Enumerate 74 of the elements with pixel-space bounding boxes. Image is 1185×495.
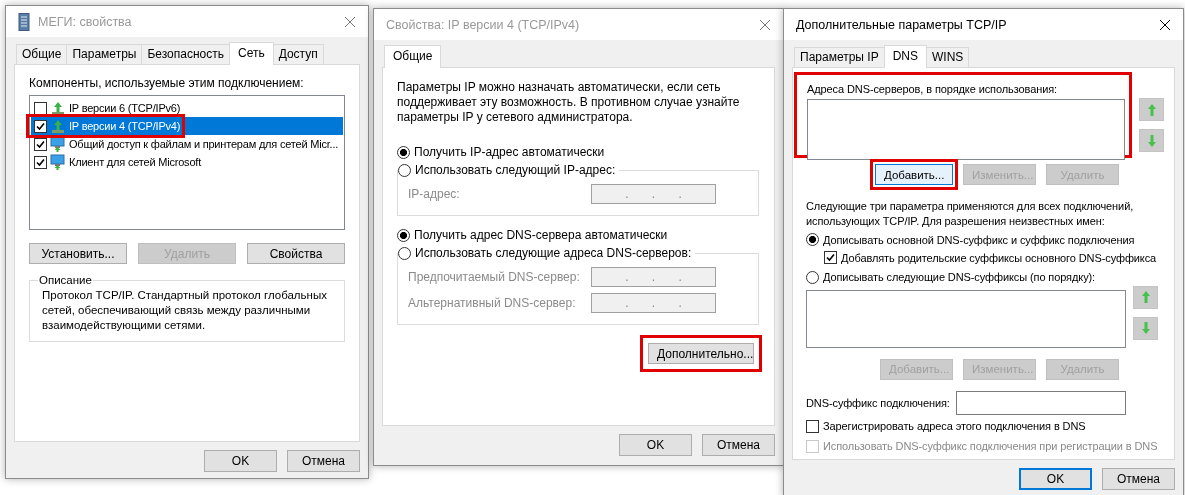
- button[interactable]: Добавить...: [875, 164, 953, 185]
- list-row[interactable]: Клиент для сетей Microsoft: [31, 153, 343, 171]
- monitor-icon: [50, 136, 66, 152]
- component-label: IP версии 6 (TCP/IPv6): [69, 102, 181, 114]
- network-protocol-icon: [50, 100, 66, 116]
- tab[interactable]: Сеть: [229, 42, 274, 65]
- dns-server-list[interactable]: [807, 99, 1125, 160]
- section-label: Компоненты, используемые этим подключением:: [29, 76, 305, 90]
- tab[interactable]: Параметры IP: [794, 47, 885, 67]
- component-label: Клиент для сетей Microsoft: [69, 156, 201, 168]
- intro-text: Параметры IP можно назначать автоматически, если сеть поддерживает эту возможность. В противном случае узнайте параметры IP у сетевого администратора.: [397, 80, 741, 125]
- checkbox-label: Зарегистрировать адреса этого подключения в DNS: [823, 420, 1086, 433]
- option-label: Использовать следующий IP-адрес:: [415, 163, 616, 177]
- close-icon: [759, 18, 771, 31]
- radio-button[interactable]: [806, 233, 819, 247]
- list-row[interactable]: IP версии 6 (TCP/IPv6): [31, 99, 343, 117]
- section-label: Адреса DNS-серверов, в порядке использования:: [807, 83, 1058, 95]
- option-label: Получить адрес DNS-сервера автоматически: [414, 228, 668, 242]
- checkbox[interactable]: [34, 155, 47, 169]
- suffix-field[interactable]: [955, 390, 1126, 415]
- component-label: IP версии 4 (TCP/IPv4): [69, 120, 181, 132]
- radio-button[interactable]: [397, 145, 410, 159]
- button[interactable]: Отмена: [702, 434, 775, 456]
- button[interactable]: Отмена: [287, 450, 360, 472]
- group-title: Описание: [38, 274, 93, 286]
- field-label: Предпочитаемый DNS-сервер:: [408, 270, 580, 284]
- button[interactable]: Дополнительно...: [648, 343, 754, 364]
- list-row[interactable]: Общий доступ к файлам и принтерам для сетей Micr...: [31, 135, 343, 153]
- arrow-up-icon: [1145, 102, 1158, 117]
- close-icon: [1159, 18, 1171, 31]
- option-label: Использовать следующие адреса DNS-серверов:: [415, 246, 692, 260]
- suffix-list[interactable]: [806, 289, 1126, 348]
- close-icon: [344, 15, 356, 28]
- field-label: DNS-суффикс подключения:: [806, 396, 950, 409]
- checkbox-label: Использовать DNS-суффикс подключения при регистрации в DNS: [823, 440, 1158, 453]
- checkbox-label: Добавлять родительские суффиксы основного DNS-суффикса: [841, 251, 1157, 264]
- monitor-icon: [50, 154, 66, 170]
- tab[interactable]: Общие: [16, 44, 68, 64]
- window-title: МЕГИ: свойства: [38, 14, 133, 29]
- tab[interactable]: DNS: [883, 45, 927, 68]
- arrow-down-icon: [1139, 321, 1152, 336]
- checkbox[interactable]: [34, 119, 47, 133]
- radio-button[interactable]: [806, 270, 819, 284]
- option-label: Дописывать основной DNS-суффикс и суффикс подключения: [823, 233, 1135, 246]
- tab[interactable]: WINS: [926, 47, 970, 67]
- tab[interactable]: Доступ: [272, 44, 324, 64]
- radio-button[interactable]: [398, 163, 411, 177]
- checkbox[interactable]: [806, 419, 819, 433]
- button[interactable]: OK: [619, 434, 692, 456]
- button[interactable]: OK: [1019, 468, 1092, 490]
- checkbox[interactable]: [824, 251, 837, 265]
- field-label: IP-адрес:: [408, 187, 460, 201]
- component-label: Общий доступ к файлам и принтерам для сетей Micr...: [69, 138, 339, 150]
- note-text: Следующие три параметра применяются для всех подключений, использующих TCP/IP. Для разрешения неизвестных имен:: [806, 199, 1135, 229]
- tab[interactable]: Общие: [384, 45, 442, 68]
- radio-button[interactable]: [398, 246, 411, 260]
- window-title: Свойства: IP версии 4 (TCP/IPv4): [386, 17, 581, 32]
- list-row[interactable]: IP версии 4 (TCP/IPv4): [31, 117, 343, 135]
- field-label: Альтернативный DNS-сервер:: [408, 296, 576, 310]
- option-label: Получить IP-адрес автоматически: [414, 145, 605, 159]
- arrow-down-icon: [1145, 133, 1158, 148]
- window-title: Дополнительные параметры TCP/IP: [796, 17, 1008, 32]
- checkbox[interactable]: [34, 101, 47, 115]
- radio-button[interactable]: [397, 228, 410, 242]
- server-icon: [18, 12, 30, 31]
- network-protocol-icon: [50, 118, 66, 134]
- button[interactable]: OK: [204, 450, 277, 472]
- description-text: Протокол TCP/IP. Стандартный протокол глобальных сетей, обеспечивающий связь между различными взаимодействующими сетями.: [42, 288, 328, 333]
- option-label: Дописывать следующие DNS-суффиксы (по порядку):: [823, 271, 1096, 283]
- button[interactable]: Установить...: [29, 243, 127, 264]
- tab[interactable]: Параметры: [66, 44, 143, 64]
- arrow-up-icon: [1139, 290, 1152, 305]
- button[interactable]: Свойства: [247, 243, 345, 264]
- button[interactable]: Отмена: [1102, 468, 1175, 490]
